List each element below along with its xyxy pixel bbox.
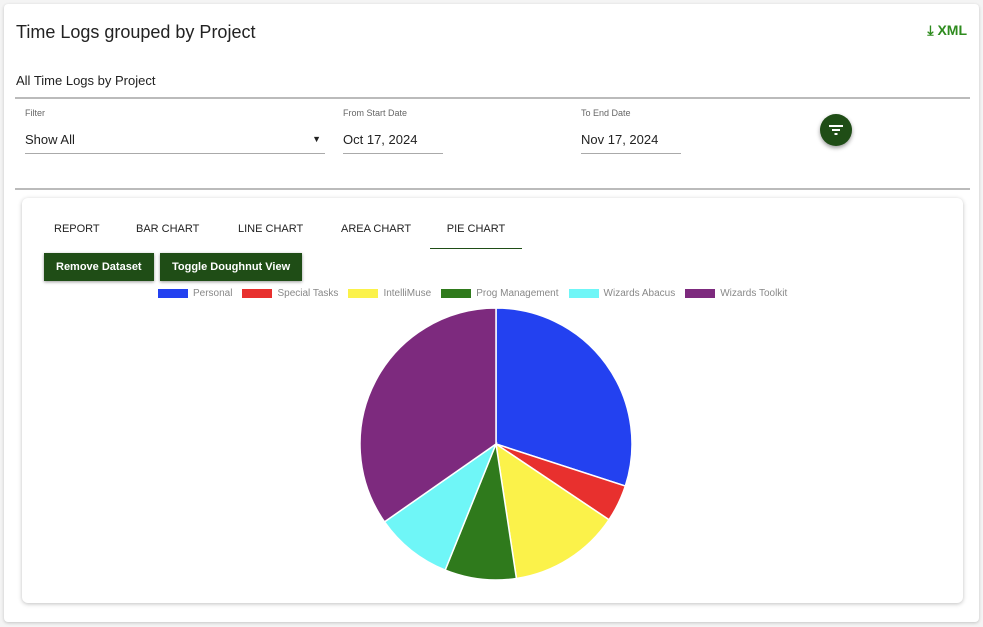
download-icon: ⤓	[927, 22, 938, 38]
apply-filter-button[interactable]	[820, 114, 852, 146]
filter-icon	[829, 125, 843, 135]
chart-panel: Report Bar Chart Line Chart Area Chart P…	[22, 198, 963, 603]
start-date-field[interactable]: From Start Date Oct 17, 2024	[343, 108, 443, 154]
divider	[15, 188, 970, 190]
page-title: Time Logs grouped by Project	[16, 22, 256, 42]
filter-select[interactable]: Filter Show All ▼	[25, 108, 325, 154]
time-logs-card: Time Logs grouped by Project ⤓ XML All T…	[4, 4, 979, 622]
divider	[15, 97, 970, 99]
chevron-down-icon: ▼	[312, 134, 321, 144]
section-subtitle: All Time Logs by Project	[16, 73, 156, 88]
export-xml-button[interactable]: ⤓ XML	[927, 22, 967, 39]
pie-chart	[359, 307, 633, 581]
end-date-field[interactable]: To End Date Nov 17, 2024	[581, 108, 681, 154]
